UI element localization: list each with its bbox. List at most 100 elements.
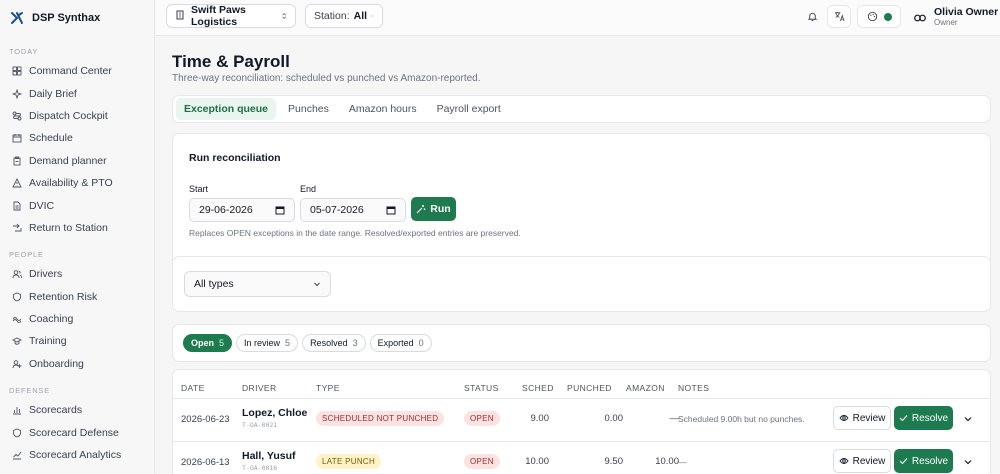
tab-punches[interactable]: Punches	[280, 98, 337, 120]
logo-icon	[10, 11, 24, 25]
status-chip-in-review[interactable]: In review 5	[236, 334, 299, 352]
sidebar-item-dispatch-cockpit[interactable]: Dispatch Cockpit	[0, 105, 154, 127]
review-label: Review	[852, 412, 886, 424]
col-punched: PUNCHED	[567, 383, 612, 393]
sidebar-section-title: DEFENSE	[9, 386, 51, 396]
tab-exception-queue[interactable]: Exception queue	[176, 98, 277, 120]
calendar-icon	[275, 206, 285, 215]
org-name: Swift Paws Logistics	[191, 4, 246, 28]
theme-button[interactable]	[857, 5, 901, 28]
row-driver[interactable]: Lopez, Chloe T-OA-0021	[242, 407, 307, 429]
row-sched: 9.00	[530, 413, 550, 424]
resolve-button[interactable]: Resolve	[894, 406, 953, 430]
status-chip-resolved[interactable]: Resolved 3	[302, 334, 366, 352]
bell-icon	[807, 12, 817, 22]
review-button[interactable]: Review	[833, 449, 891, 473]
chip-label: Resolved	[310, 338, 348, 348]
sidebar-item-scorecard-defense[interactable]: Scorecard Defense	[0, 421, 154, 443]
sidebar-item-label: Coaching	[29, 313, 74, 326]
sidebar-item-label: Dispatch Cockpit	[29, 109, 108, 122]
tab-payroll-export[interactable]: Payroll export	[429, 98, 509, 120]
sidebar-item-availability-pto[interactable]: Availability & PTO	[0, 172, 154, 194]
sidebar-item-coaching[interactable]: Coaching	[0, 308, 154, 330]
row-amazon: 10.00	[655, 456, 679, 467]
coaching-icon	[12, 314, 22, 324]
sidebar-item-daily-brief[interactable]: Daily Brief	[0, 82, 154, 104]
bar-chart-icon	[12, 405, 22, 415]
eye-icon	[839, 458, 849, 464]
chip-count: 5	[285, 338, 291, 348]
resolve-button[interactable]: Resolve	[894, 449, 953, 473]
col-date: DATE	[181, 383, 205, 393]
sidebar-item-demand-planner[interactable]: Demand planner	[0, 150, 154, 172]
reconciliation-title: Run reconciliation	[189, 152, 281, 164]
sidebar-item-return-to-station[interactable]: Return to Station	[0, 217, 154, 239]
exceptions-table: DATE DRIVER TYPE STATUS SCHED PUNCHED AM…	[172, 369, 991, 474]
sidebar-item-drivers[interactable]: Drivers	[0, 263, 154, 285]
chevron-down-icon[interactable]	[963, 457, 973, 467]
chip-count: 5	[219, 338, 225, 348]
users-icon	[12, 269, 22, 279]
row-driver[interactable]: Hall, Yusuf T-OA-0016	[242, 450, 296, 472]
status-badge: OPEN	[464, 411, 500, 426]
driver-name: Hall, Yusuf	[242, 450, 296, 462]
row-punched: 9.50	[604, 456, 624, 467]
sidebar-item-label: Daily Brief	[29, 87, 77, 100]
sidebar-item-scorecards[interactable]: Scorecards	[0, 399, 154, 421]
chevron-down-icon[interactable]	[963, 414, 973, 424]
sidebar-item-label: Availability & PTO	[29, 177, 113, 190]
sidebar-item-onboarding[interactable]: Onboarding	[0, 353, 154, 375]
type-filter-select[interactable]: All types	[184, 271, 331, 297]
sidebar-item-training[interactable]: Training	[0, 330, 154, 352]
sidebar-item-command-center[interactable]: Command Center	[0, 60, 154, 82]
chip-label: Open	[191, 338, 215, 348]
grid-icon	[12, 66, 22, 76]
sidebar-item-schedule[interactable]: Schedule	[0, 127, 154, 149]
main-content: Time & Payroll Three-way reconciliation:…	[156, 36, 1000, 474]
sidebar-item-dvic[interactable]: DVIC	[0, 194, 154, 216]
type-badge: LATE PUNCH	[316, 454, 382, 469]
col-driver: DRIVER	[242, 383, 277, 393]
page-title: Time & Payroll	[172, 52, 290, 71]
check-icon	[899, 458, 908, 465]
reconciliation-note: Replaces OPEN exceptions in the date ran…	[189, 228, 521, 238]
shield-icon	[12, 428, 22, 438]
row-sched: 10.00	[525, 456, 549, 467]
chevron-updown-icon	[281, 13, 286, 19]
graduation-icon	[12, 336, 22, 346]
chevron-updown-icon	[371, 14, 374, 18]
row-notes: —	[678, 457, 687, 467]
palette-icon	[867, 11, 877, 22]
review-button[interactable]: Review	[833, 406, 891, 430]
sidebar-item-label: Scorecard Analytics	[29, 449, 122, 462]
sidebar-item-scorecard-analytics[interactable]: Scorecard Analytics	[0, 444, 154, 466]
sidebar-item-label: Return to Station	[29, 221, 108, 234]
end-label: End	[300, 184, 317, 194]
row-amazon: —	[669, 413, 680, 424]
notifications-button[interactable]	[800, 5, 824, 28]
status-chip-exported[interactable]: Exported 0	[369, 334, 432, 352]
station-select[interactable]: Station: All	[305, 4, 383, 28]
chevron-down-icon	[314, 282, 320, 287]
page-subtitle: Three-way reconciliation: scheduled vs p…	[172, 73, 481, 84]
sidebar-item-label: Onboarding	[29, 357, 84, 370]
row-type: LATE PUNCH	[316, 454, 382, 469]
run-button[interactable]: Run	[411, 197, 456, 221]
tab-amazon-hours[interactable]: Amazon hours	[341, 98, 425, 120]
col-sched: SCHED	[522, 383, 554, 393]
route-icon	[12, 111, 22, 121]
start-date-input[interactable]: 29-06-2026	[189, 198, 295, 222]
language-button[interactable]	[827, 5, 851, 28]
tab-bar: Exception queue Punches Amazon hours Pay…	[172, 95, 991, 123]
user-plus-icon	[12, 359, 22, 369]
sidebar-item-retention-risk[interactable]: Retention Risk	[0, 286, 154, 308]
sidebar-nav: TODAY Command Center Daily Brief Dispatch C…	[0, 47, 154, 466]
org-select[interactable]: Swift Paws Logistics	[166, 4, 296, 28]
end-date-input[interactable]: 05-07-2026	[300, 198, 406, 222]
sidebar-item-label: Schedule	[29, 132, 73, 145]
user-menu[interactable]: Olivia Owner Owner	[914, 7, 998, 28]
brand[interactable]: DSP Synthax	[0, 0, 154, 36]
status-chip-open[interactable]: Open 5	[183, 334, 233, 352]
trend-icon	[12, 450, 22, 460]
col-amazon: AMAZON	[626, 383, 665, 393]
